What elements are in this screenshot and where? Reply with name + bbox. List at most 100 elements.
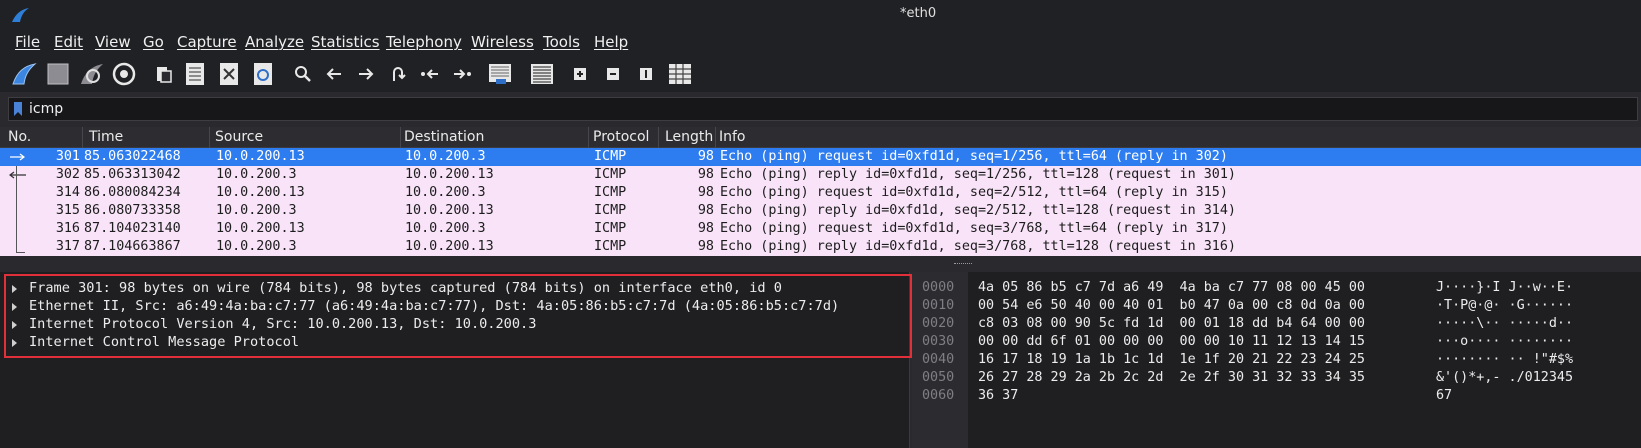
hex-ascii[interactable]: ········ ·· !"#$% <box>1436 352 1573 367</box>
packet-row[interactable]: 314 86.080084234 10.0.200.13 10.0.200.3 … <box>0 184 1641 202</box>
capture-options-icon[interactable] <box>110 60 138 88</box>
close-file-icon[interactable] <box>215 60 243 88</box>
go-last-icon[interactable] <box>448 60 476 88</box>
window-title: *eth0 <box>900 6 937 21</box>
hex-bytes[interactable]: c8 03 08 00 90 5c fd 1d 00 01 18 dd b4 6… <box>978 316 1365 331</box>
find-packet-icon[interactable] <box>289 60 317 88</box>
packet-source: 10.0.200.13 <box>216 149 305 164</box>
menu-analyze[interactable]: Analyze <box>245 33 304 51</box>
packet-details-pane: Frame 301: 98 bytes on wire (784 bits), … <box>0 272 912 448</box>
zoom-in-icon[interactable] <box>566 60 594 88</box>
packet-destination: 10.0.200.3 <box>405 221 486 236</box>
hex-offset: 0020 <box>922 316 955 331</box>
conversation-line <box>16 166 17 252</box>
title-bar: *eth0 <box>0 0 1641 30</box>
menu-telephony[interactable]: Telephony <box>386 33 462 51</box>
packet-row[interactable]: 317 87.104663867 10.0.200.3 10.0.200.13 … <box>0 238 1641 256</box>
hex-ascii[interactable]: &'()*+,- ./012345 <box>1436 370 1573 385</box>
packet-info: Echo (ping) request id=0xfd1d, seq=2/512… <box>720 185 1228 200</box>
hex-bytes[interactable]: 16 17 18 19 1a 1b 1c 1d 1e 1f 20 21 22 2… <box>978 352 1365 367</box>
display-filter-input[interactable] <box>29 98 1629 120</box>
go-forward-icon[interactable] <box>352 60 380 88</box>
colorize-icon[interactable] <box>528 60 556 88</box>
menu-wireless[interactable]: Wireless <box>471 33 534 51</box>
restart-capture-icon[interactable] <box>78 60 106 88</box>
hex-ascii[interactable]: J····}·I J··w··E· <box>1436 280 1573 295</box>
reload-file-icon[interactable] <box>249 60 277 88</box>
go-back-icon[interactable] <box>320 60 348 88</box>
packet-row[interactable]: 315 86.080733358 10.0.200.3 10.0.200.13 … <box>0 202 1641 220</box>
menu-edit[interactable]: Edit <box>54 33 83 51</box>
packet-info: Echo (ping) request id=0xfd1d, seq=1/256… <box>720 149 1228 164</box>
splitter-grip[interactable] <box>954 263 972 265</box>
hex-bytes[interactable]: 36 37 <box>978 388 1018 403</box>
packet-row[interactable]: 316 87.104023140 10.0.200.13 10.0.200.3 … <box>0 220 1641 238</box>
column-separator[interactable] <box>400 127 401 148</box>
menu-help[interactable]: Help <box>594 33 628 51</box>
go-first-icon[interactable] <box>416 60 444 88</box>
resize-columns-icon[interactable] <box>666 60 694 88</box>
packet-time: 86.080084234 <box>84 185 181 200</box>
packet-source: 10.0.200.3 <box>216 239 297 254</box>
packet-destination: 10.0.200.13 <box>405 167 494 182</box>
related-packet-return-icon <box>9 171 26 179</box>
display-filter-bar <box>8 97 1638 121</box>
go-to-packet-icon[interactable] <box>384 60 412 88</box>
column-separator[interactable] <box>209 127 210 148</box>
open-file-icon[interactable] <box>150 60 178 88</box>
hex-bytes[interactable]: 26 27 28 29 2a 2b 2c 2d 2e 2f 30 31 32 3… <box>978 370 1365 385</box>
menu-tools[interactable]: Tools <box>543 33 580 51</box>
column-header-info[interactable]: Info <box>719 129 746 145</box>
column-separator[interactable] <box>82 127 83 148</box>
packet-time: 87.104663867 <box>84 239 181 254</box>
packet-protocol: ICMP <box>594 185 627 200</box>
stop-capture-icon[interactable] <box>44 60 72 88</box>
hex-ascii[interactable]: 67 <box>1436 388 1452 403</box>
column-separator[interactable] <box>588 127 589 148</box>
auto-scroll-icon[interactable] <box>486 60 514 88</box>
packet-length: 98 <box>697 167 714 182</box>
column-separator[interactable] <box>715 127 716 148</box>
packet-time: 85.063313042 <box>84 167 181 182</box>
menu-file[interactable]: File <box>15 33 40 51</box>
menu-view[interactable]: View <box>95 33 131 51</box>
hex-bytes[interactable]: 4a 05 86 b5 c7 7d a6 49 4a ba c7 77 08 0… <box>978 280 1365 295</box>
hex-ascii[interactable]: ·····\·· ·····d·· <box>1436 316 1573 331</box>
save-file-icon[interactable] <box>181 60 209 88</box>
hex-bytes[interactable]: 00 54 e6 50 40 00 40 01 b0 47 0a 00 c8 0… <box>978 298 1365 313</box>
packet-time: 86.080733358 <box>84 203 181 218</box>
annotation-highlight-box <box>4 274 912 358</box>
hex-bytes[interactable]: 00 00 dd 6f 01 00 00 00 00 00 10 11 12 1… <box>978 334 1365 349</box>
packet-length: 98 <box>697 185 714 200</box>
wireshark-fin-icon <box>12 8 29 22</box>
pane-splitter[interactable] <box>0 256 1641 272</box>
column-header-time[interactable]: Time <box>89 129 123 145</box>
menu-go[interactable]: Go <box>143 33 164 51</box>
column-separator[interactable] <box>658 127 659 148</box>
packet-info: Echo (ping) request id=0xfd1d, seq=3/768… <box>720 221 1228 236</box>
normal-size-icon[interactable] <box>632 60 660 88</box>
packet-length: 98 <box>697 203 714 218</box>
menu-statistics[interactable]: Statistics <box>311 33 380 51</box>
packet-source: 10.0.200.13 <box>216 221 305 236</box>
column-header-no[interactable]: No. <box>8 129 31 145</box>
hex-ascii[interactable]: ·T·P@·@· ·G······ <box>1436 298 1573 313</box>
zoom-out-icon[interactable] <box>599 60 627 88</box>
bookmark-icon[interactable] <box>13 101 23 117</box>
hex-ascii[interactable]: ···o···· ········ <box>1436 334 1573 349</box>
column-header-protocol[interactable]: Protocol <box>593 129 649 145</box>
packet-length: 98 <box>697 149 714 164</box>
packet-destination: 10.0.200.13 <box>405 203 494 218</box>
packet-time: 87.104023140 <box>84 221 181 236</box>
menu-bar: File Edit View Go Capture Analyze Statis… <box>0 30 1641 56</box>
packet-no: 316 <box>55 221 80 236</box>
start-capture-icon[interactable] <box>10 60 38 88</box>
packet-no: 315 <box>55 203 80 218</box>
column-header-length[interactable]: Length <box>665 129 713 145</box>
column-header-destination[interactable]: Destination <box>404 129 484 145</box>
menu-capture[interactable]: Capture <box>177 33 237 51</box>
column-header-source[interactable]: Source <box>215 129 263 145</box>
packet-row[interactable]: 302 85.063313042 10.0.200.3 10.0.200.13 … <box>0 166 1641 184</box>
packet-row-selected[interactable]: 301 85.063022468 10.0.200.13 10.0.200.3 … <box>0 148 1641 166</box>
packet-length: 98 <box>697 239 714 254</box>
